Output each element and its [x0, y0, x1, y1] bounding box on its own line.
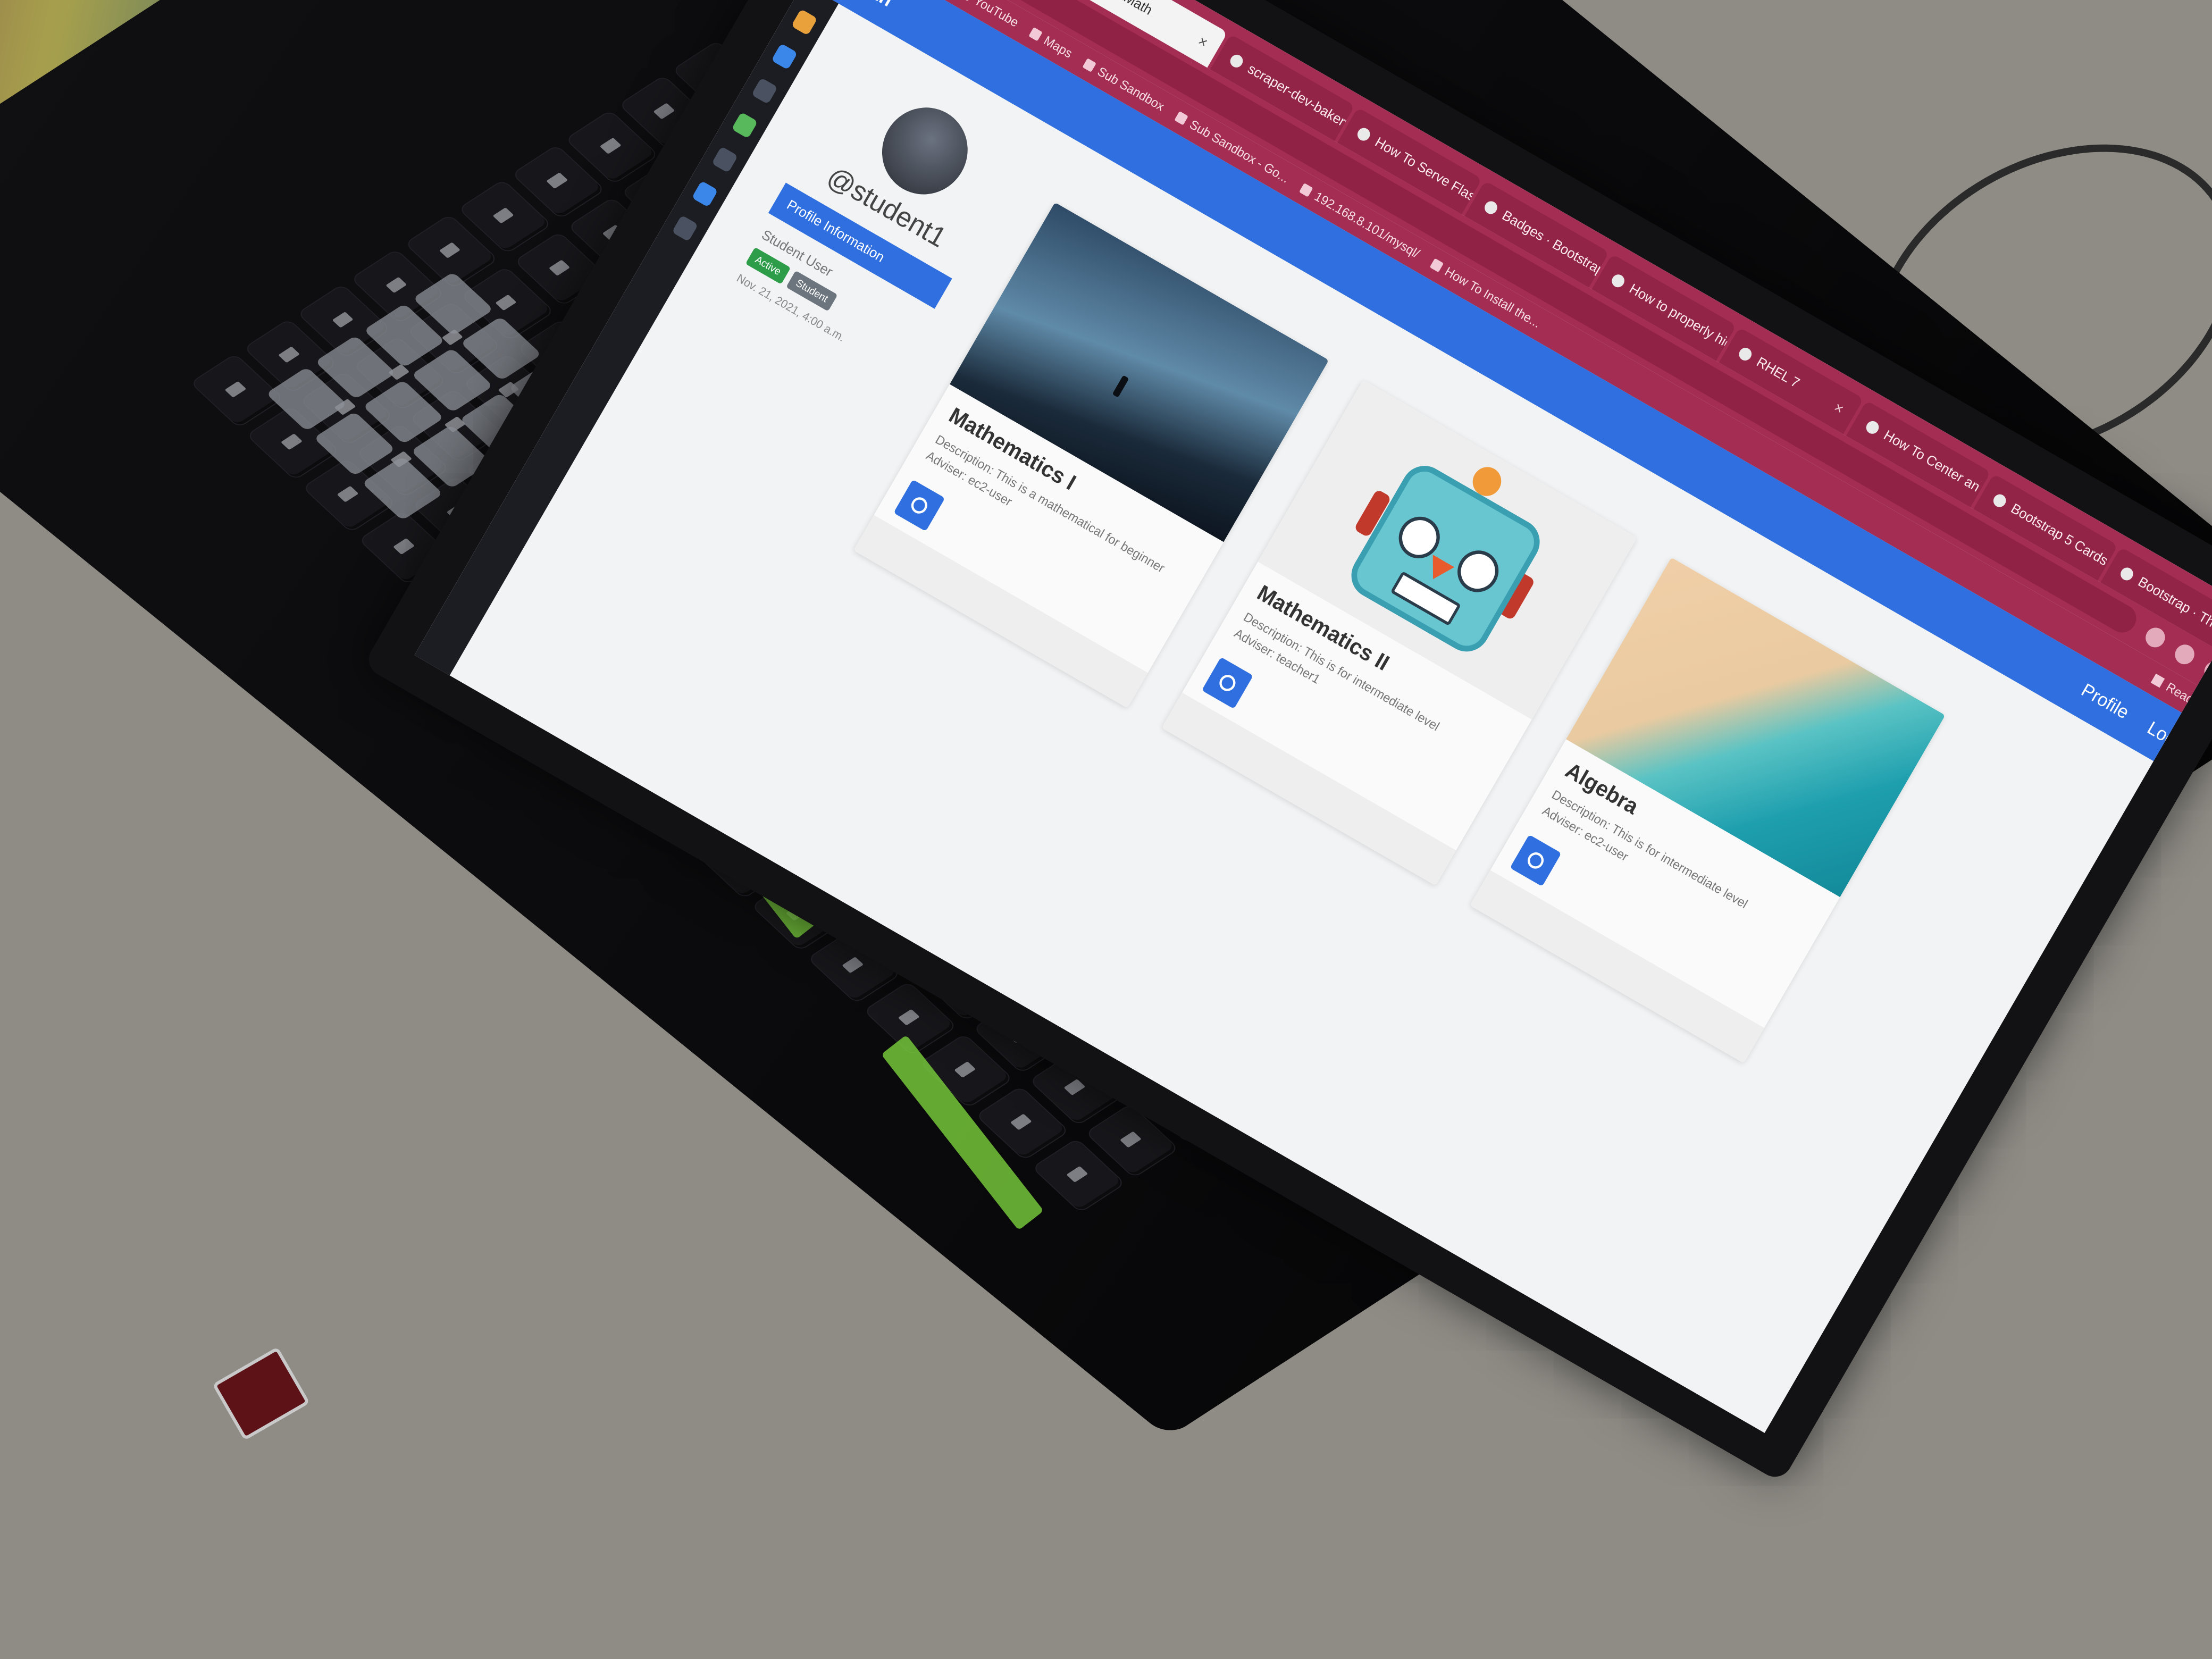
photo-scene: Sa...×tMath×scraper-dev-bakerw...×How To… — [0, 0, 2212, 1659]
bookmark-label: Maps — [1041, 33, 1075, 61]
bookmark-icon — [1082, 58, 1096, 72]
robot-nose — [1422, 555, 1455, 585]
reading-list-icon — [2150, 673, 2165, 688]
view-course-button[interactable] — [1201, 657, 1253, 709]
eye-icon — [908, 494, 931, 517]
robot-eye — [1449, 543, 1506, 600]
browser-icon[interactable] — [771, 43, 798, 70]
nav-profile-link[interactable]: Profile — [2078, 679, 2133, 723]
eye-icon — [1216, 672, 1238, 694]
close-icon[interactable]: × — [1831, 398, 1847, 418]
favicon-icon — [2118, 565, 2136, 583]
favicon-icon — [1864, 418, 1881, 437]
view-course-button[interactable] — [1510, 834, 1562, 887]
bookmark-icon — [959, 0, 973, 2]
bookmark-icon — [1429, 258, 1444, 273]
app-icon[interactable] — [691, 180, 718, 207]
nav-logout-link[interactable]: Logout — [2143, 717, 2202, 763]
eye-icon — [1524, 849, 1547, 872]
folder-icon[interactable] — [791, 9, 818, 36]
favicon-icon — [1355, 125, 1372, 143]
bookmark-icon — [1299, 183, 1313, 197]
favicon-icon — [1482, 199, 1500, 216]
menu-icon[interactable] — [2200, 658, 2212, 685]
app-icon[interactable] — [751, 77, 778, 105]
favicon-icon — [1991, 492, 2008, 509]
app-icon[interactable] — [731, 112, 758, 139]
bookmark-icon — [1174, 111, 1188, 125]
app-icon[interactable] — [711, 146, 739, 173]
app-icon[interactable] — [672, 215, 699, 242]
robot-mouth — [1390, 571, 1462, 626]
robot-eye — [1391, 509, 1448, 566]
site-brand[interactable]: tMath — [841, 0, 896, 11]
favicon-icon — [1737, 345, 1754, 363]
extensions-icon[interactable] — [2171, 641, 2198, 668]
browser-tab-label: tMath — [1118, 0, 1155, 19]
favicon-icon — [1228, 52, 1245, 70]
close-icon[interactable]: × — [1195, 32, 1211, 52]
star-icon[interactable] — [2142, 624, 2169, 651]
browser-tab-label: RHEL 7 — [1754, 354, 1803, 391]
bookmark-icon — [1028, 27, 1043, 41]
laptop-sticker — [212, 1346, 310, 1441]
view-course-button[interactable] — [893, 479, 945, 532]
favicon-icon — [1609, 272, 1627, 290]
